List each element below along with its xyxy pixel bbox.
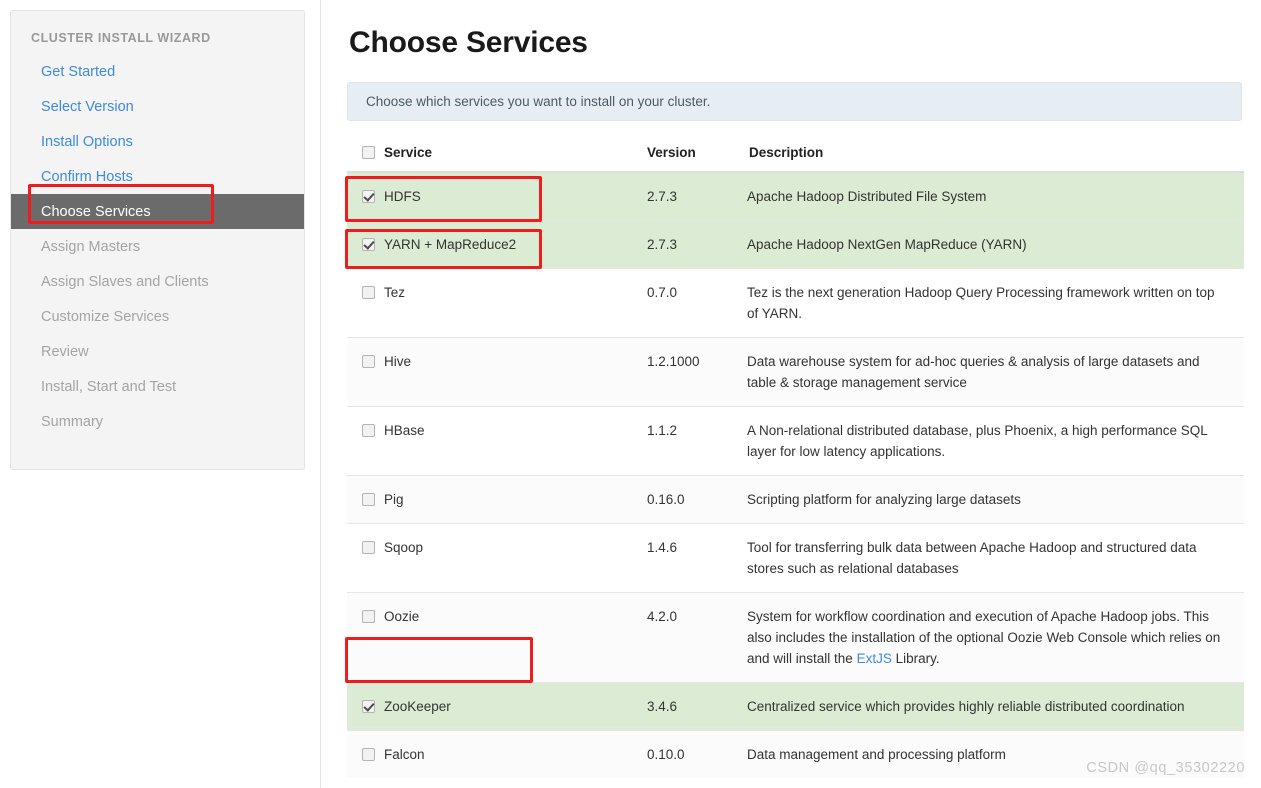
services-table-body: HDFS 2.7.3 Apache Hadoop Distributed File … xyxy=(347,172,1244,778)
cell-description: A Non-relational distributed database, p… xyxy=(747,406,1244,476)
sidebar-item-get-started[interactable]: Get Started xyxy=(11,54,304,89)
table-row[interactable]: HBase 1.1.2 A Non-relational distributed d… xyxy=(347,406,1244,476)
sidebar-item-confirm-hosts[interactable]: Confirm Hosts xyxy=(11,159,304,194)
service-name-label: YARN + MapReduce2 xyxy=(384,237,517,252)
watermark: CSDN @qq_35302220 xyxy=(1086,760,1245,776)
table-row[interactable]: ZooKeeper 3.4.6 Centralized service which … xyxy=(347,682,1244,731)
extjs-link[interactable]: ExtJS xyxy=(857,651,892,666)
cell-service: YARN + MapReduce2 xyxy=(347,220,647,269)
cell-description: Apache Hadoop NextGen MapReduce (YARN) xyxy=(747,220,1244,269)
sidebar-title: CLUSTER INSTALL WIZARD xyxy=(31,31,211,45)
page-root: CLUSTER INSTALL WIZARD Get Started Select… xyxy=(0,0,1261,788)
cell-service: HDFS xyxy=(347,172,647,221)
cell-service: Oozie xyxy=(347,592,647,683)
wizard-step-list: Get Started Select Version Install Options… xyxy=(11,54,304,439)
cell-service: Pig xyxy=(347,475,647,524)
header-service: Service xyxy=(347,145,647,173)
sidebar-item-review: Review xyxy=(41,343,89,360)
select-all-checkbox[interactable] xyxy=(362,146,375,159)
cell-version: 1.2.1000 xyxy=(647,337,747,407)
service-checkbox[interactable] xyxy=(362,541,375,554)
table-bottom-rule xyxy=(347,727,1244,728)
cell-service: Sqoop xyxy=(347,523,647,593)
main-content: Choose Services Choose which services yo… xyxy=(347,0,1247,778)
sidebar-item-install-start-and-test: Install, Start and Test xyxy=(41,378,177,395)
cell-version: 0.16.0 xyxy=(647,475,747,524)
cell-version: 3.4.6 xyxy=(647,682,747,731)
info-banner: Choose which services you want to instal… xyxy=(347,82,1242,121)
table-row[interactable]: YARN + MapReduce2 2.7.3 Apache Hadoop Next… xyxy=(347,220,1244,269)
table-row[interactable]: Pig 0.16.0 Scripting platform for analyzin… xyxy=(347,475,1244,524)
table-header-row: Service Version Description xyxy=(347,145,1244,173)
sidebar-item-summary: Summary xyxy=(41,413,104,430)
service-name-label: Pig xyxy=(384,492,404,507)
cell-description: Centralized service which provides highl… xyxy=(747,682,1244,731)
cell-service: Tez xyxy=(347,268,647,338)
cell-service: Hive xyxy=(347,337,647,407)
column-divider xyxy=(320,0,321,788)
cell-description: Apache Hadoop Distributed File System xyxy=(747,172,1244,221)
sidebar: CLUSTER INSTALL WIZARD Get Started Select… xyxy=(10,10,305,470)
sidebar-item-customize-services: Customize Services xyxy=(41,308,170,325)
cell-description: Tool for transferring bulk data between … xyxy=(747,523,1244,593)
table-row[interactable]: Tez 0.7.0 Tez is the next generation Hadoo… xyxy=(347,268,1244,338)
cell-description: System for workflow coordination and exe… xyxy=(747,592,1244,683)
cell-description: Tez is the next generation Hadoop Query … xyxy=(747,268,1244,338)
description-text-tail: Library. xyxy=(891,651,940,666)
cell-version: 4.2.0 xyxy=(647,592,747,683)
page-title: Choose Services xyxy=(349,26,588,59)
service-name-label: HBase xyxy=(384,423,425,438)
service-name-label: ZooKeeper xyxy=(384,699,451,714)
service-checkbox[interactable] xyxy=(362,238,375,251)
sidebar-item-assign-masters: Assign Masters xyxy=(41,238,141,255)
table-row[interactable]: Sqoop 1.4.6 Tool for transferring bulk dat… xyxy=(347,523,1244,593)
service-name-label: Tez xyxy=(384,285,406,300)
cell-version: 1.1.2 xyxy=(647,406,747,476)
service-checkbox[interactable] xyxy=(362,190,375,203)
service-checkbox[interactable] xyxy=(362,424,375,437)
header-service-label: Service xyxy=(384,145,433,160)
description-text: System for workflow coordination and exe… xyxy=(747,609,1221,666)
sidebar-item-choose-services[interactable]: Choose Services xyxy=(11,194,304,229)
cell-service: Falcon xyxy=(347,730,647,778)
cell-service: HBase xyxy=(347,406,647,476)
service-checkbox[interactable] xyxy=(362,355,375,368)
service-name-label: Falcon xyxy=(384,747,425,762)
service-name-label: HDFS xyxy=(384,189,421,204)
sidebar-item-assign-slaves-and-clients: Assign Slaves and Clients xyxy=(41,273,209,290)
services-table-head: Service Version Description xyxy=(347,145,1244,173)
table-row[interactable]: HDFS 2.7.3 Apache Hadoop Distributed File … xyxy=(347,172,1244,221)
services-table: Service Version Description HDFS 2.7.3 Apa… xyxy=(347,145,1244,778)
cell-version: 2.7.3 xyxy=(647,220,747,269)
cell-version: 1.4.6 xyxy=(647,523,747,593)
cell-version: 0.7.0 xyxy=(647,268,747,338)
sidebar-item-install-options[interactable]: Install Options xyxy=(11,124,304,159)
cell-version: 2.7.3 xyxy=(647,172,747,221)
header-description: Description xyxy=(747,145,1244,173)
service-name-label: Sqoop xyxy=(384,540,424,555)
cell-service: ZooKeeper xyxy=(347,682,647,731)
service-name-label: Hive xyxy=(384,354,412,369)
table-row[interactable]: Hive 1.2.1000 Data warehouse system for ad… xyxy=(347,337,1244,407)
cell-version: 0.10.0 xyxy=(647,730,747,778)
table-row[interactable]: Oozie 4.2.0 System for workflow coordinati… xyxy=(347,592,1244,683)
cell-description: Scripting platform for analyzing large d… xyxy=(747,475,1244,524)
service-checkbox[interactable] xyxy=(362,748,375,761)
header-version: Version xyxy=(647,145,747,173)
service-checkbox[interactable] xyxy=(362,700,375,713)
service-checkbox[interactable] xyxy=(362,493,375,506)
cell-description: Data warehouse system for ad-hoc queries… xyxy=(747,337,1244,407)
sidebar-item-select-version[interactable]: Select Version xyxy=(11,89,304,124)
service-name-label: Oozie xyxy=(384,609,420,624)
service-checkbox[interactable] xyxy=(362,286,375,299)
service-checkbox[interactable] xyxy=(362,610,375,623)
